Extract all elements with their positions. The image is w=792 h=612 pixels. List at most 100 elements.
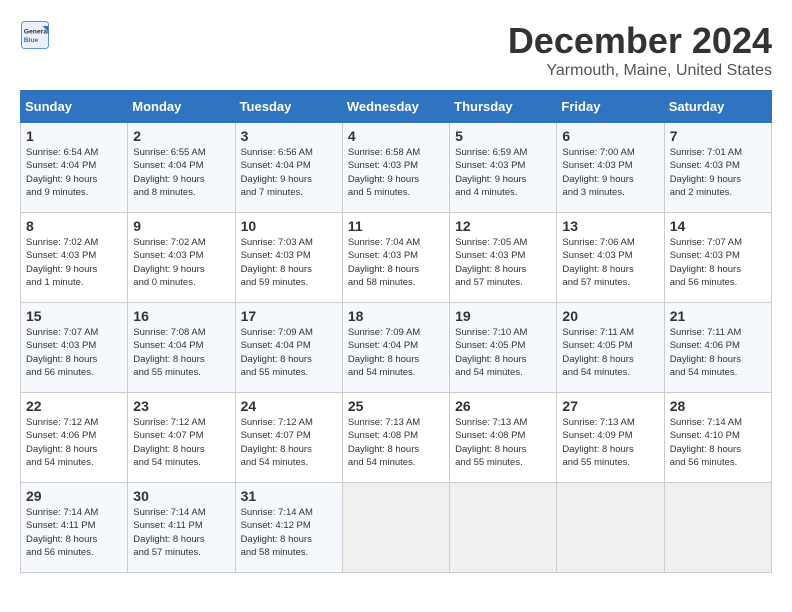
day-info: Sunrise: 7:11 AMSunset: 4:05 PMDaylight:… (562, 326, 658, 379)
calendar-subtitle: Yarmouth, Maine, United States (508, 62, 772, 80)
day-info: Sunrise: 6:56 AMSunset: 4:04 PMDaylight:… (241, 146, 337, 199)
calendar-day-cell: 21 Sunrise: 7:11 AMSunset: 4:06 PMDayligh… (664, 303, 771, 393)
calendar-day-cell: 28Sunrise: 7:14 AMSunset: 4:10 PMDayligh… (664, 393, 771, 483)
day-number: 22 (26, 398, 122, 414)
calendar-day-cell: 5Sunrise: 6:59 AMSunset: 4:03 PMDaylight… (450, 123, 557, 213)
calendar-table: SundayMondayTuesdayWednesdayThursdayFrid… (20, 90, 772, 573)
day-info: Sunrise: 7:07 AMSunset: 4:03 PMDaylight:… (670, 236, 766, 289)
day-number: 14 (670, 218, 766, 234)
calendar-day-cell: 20 Sunrise: 7:11 AMSunset: 4:05 PMDayligh… (557, 303, 664, 393)
day-info: Sunrise: 7:05 AMSunset: 4:03 PMDaylight:… (455, 236, 551, 289)
day-number: 21 (670, 308, 766, 324)
day-info: Sunrise: 7:08 AMSunset: 4:04 PMDaylight:… (133, 326, 229, 379)
day-info: Sunrise: 7:00 AMSunset: 4:03 PMDaylight:… (562, 146, 658, 199)
day-info: Sunrise: 7:14 AMSunset: 4:11 PMDaylight:… (133, 506, 229, 559)
calendar-day-cell: 18Sunrise: 7:09 AMSunset: 4:04 PMDayligh… (342, 303, 449, 393)
day-info: Sunrise: 7:06 AMSunset: 4:03 PMDaylight:… (562, 236, 658, 289)
day-info: Sunrise: 7:13 AMSunset: 4:09 PMDaylight:… (562, 416, 658, 469)
day-number: 9 (133, 218, 229, 234)
column-header-monday: Monday (128, 91, 235, 123)
day-number: 27 (562, 398, 658, 414)
day-info: Sunrise: 6:55 AMSunset: 4:04 PMDaylight:… (133, 146, 229, 199)
calendar-day-cell: 16 Sunrise: 7:08 AMSunset: 4:04 PMDayligh… (128, 303, 235, 393)
svg-text:General: General (24, 29, 49, 36)
day-number: 20 (562, 308, 658, 324)
day-number: 3 (241, 128, 337, 144)
calendar-title: December 2024 (508, 20, 772, 62)
day-number: 17 (241, 308, 337, 324)
calendar-day-cell: 19 Sunrise: 7:10 AMSunset: 4:05 PMDayligh… (450, 303, 557, 393)
day-number: 11 (348, 218, 444, 234)
calendar-day-cell: 4Sunrise: 6:58 AMSunset: 4:03 PMDaylight… (342, 123, 449, 213)
calendar-body: 1 Sunrise: 6:54 AMSunset: 4:04 PMDaylight… (21, 123, 772, 573)
day-number: 13 (562, 218, 658, 234)
day-info: Sunrise: 6:58 AMSunset: 4:03 PMDaylight:… (348, 146, 444, 199)
calendar-week-row: 15 Sunrise: 7:07 AMSunset: 4:03 PMDayligh… (21, 303, 772, 393)
calendar-day-cell: 23Sunrise: 7:12 AMSunset: 4:07 PMDayligh… (128, 393, 235, 483)
calendar-week-row: 22Sunrise: 7:12 AMSunset: 4:06 PMDayligh… (21, 393, 772, 483)
day-info: Sunrise: 7:14 AMSunset: 4:12 PMDaylight:… (241, 506, 337, 559)
day-number: 24 (241, 398, 337, 414)
calendar-day-cell: 14 Sunrise: 7:07 AMSunset: 4:03 PMDayligh… (664, 213, 771, 303)
calendar-week-row: 29 Sunrise: 7:14 AMSunset: 4:11 PMDayligh… (21, 483, 772, 573)
calendar-day-cell: 24 Sunrise: 7:12 AMSunset: 4:07 PMDayligh… (235, 393, 342, 483)
logo: General Blue (20, 20, 50, 50)
day-info: Sunrise: 6:54 AMSunset: 4:04 PMDaylight:… (26, 146, 122, 199)
calendar-week-row: 8 Sunrise: 7:02 AMSunset: 4:03 PMDaylight… (21, 213, 772, 303)
day-info: Sunrise: 7:11 AMSunset: 4:06 PMDaylight:… (670, 326, 766, 379)
calendar-day-cell (450, 483, 557, 573)
day-number: 16 (133, 308, 229, 324)
column-header-sunday: Sunday (21, 91, 128, 123)
calendar-day-cell: 6 Sunrise: 7:00 AMSunset: 4:03 PMDaylight… (557, 123, 664, 213)
day-info: Sunrise: 7:09 AMSunset: 4:04 PMDaylight:… (241, 326, 337, 379)
calendar-day-cell: 30 Sunrise: 7:14 AMSunset: 4:11 PMDayligh… (128, 483, 235, 573)
calendar-day-cell: 7 Sunrise: 7:01 AMSunset: 4:03 PMDaylight… (664, 123, 771, 213)
day-info: Sunrise: 7:01 AMSunset: 4:03 PMDaylight:… (670, 146, 766, 199)
day-info: Sunrise: 7:02 AMSunset: 4:03 PMDaylight:… (26, 236, 122, 289)
day-info: Sunrise: 7:02 AMSunset: 4:03 PMDaylight:… (133, 236, 229, 289)
day-number: 29 (26, 488, 122, 504)
calendar-day-cell: 2 Sunrise: 6:55 AMSunset: 4:04 PMDaylight… (128, 123, 235, 213)
calendar-day-cell: 11 Sunrise: 7:04 AMSunset: 4:03 PMDayligh… (342, 213, 449, 303)
calendar-day-cell: 17 Sunrise: 7:09 AMSunset: 4:04 PMDayligh… (235, 303, 342, 393)
column-header-wednesday: Wednesday (342, 91, 449, 123)
page-header: General Blue December 2024 Yarmouth, Mai… (20, 20, 772, 80)
day-info: Sunrise: 6:59 AMSunset: 4:03 PMDaylight:… (455, 146, 551, 199)
day-info: Sunrise: 7:14 AMSunset: 4:10 PMDaylight:… (670, 416, 766, 469)
calendar-day-cell: 22Sunrise: 7:12 AMSunset: 4:06 PMDayligh… (21, 393, 128, 483)
calendar-day-cell: 10 Sunrise: 7:03 AMSunset: 4:03 PMDayligh… (235, 213, 342, 303)
day-number: 2 (133, 128, 229, 144)
calendar-day-cell (342, 483, 449, 573)
column-header-friday: Friday (557, 91, 664, 123)
day-number: 1 (26, 128, 122, 144)
day-info: Sunrise: 7:04 AMSunset: 4:03 PMDaylight:… (348, 236, 444, 289)
day-info: Sunrise: 7:03 AMSunset: 4:03 PMDaylight:… (241, 236, 337, 289)
day-number: 12 (455, 218, 551, 234)
day-info: Sunrise: 7:12 AMSunset: 4:07 PMDaylight:… (133, 416, 229, 469)
calendar-day-cell: 13 Sunrise: 7:06 AMSunset: 4:03 PMDayligh… (557, 213, 664, 303)
svg-text:Blue: Blue (24, 37, 39, 44)
calendar-day-cell: 9 Sunrise: 7:02 AMSunset: 4:03 PMDaylight… (128, 213, 235, 303)
calendar-day-cell (664, 483, 771, 573)
calendar-day-cell: 27 Sunrise: 7:13 AMSunset: 4:09 PMDayligh… (557, 393, 664, 483)
calendar-day-cell: 26Sunrise: 7:13 AMSunset: 4:08 PMDayligh… (450, 393, 557, 483)
day-info: Sunrise: 7:07 AMSunset: 4:03 PMDaylight:… (26, 326, 122, 379)
day-info: Sunrise: 7:10 AMSunset: 4:05 PMDaylight:… (455, 326, 551, 379)
title-block: December 2024 Yarmouth, Maine, United St… (508, 20, 772, 80)
day-number: 31 (241, 488, 337, 504)
day-number: 15 (26, 308, 122, 324)
calendar-day-cell: 25Sunrise: 7:13 AMSunset: 4:08 PMDayligh… (342, 393, 449, 483)
calendar-day-cell: 31 Sunrise: 7:14 AMSunset: 4:12 PMDayligh… (235, 483, 342, 573)
calendar-day-cell (557, 483, 664, 573)
day-number: 25 (348, 398, 444, 414)
day-number: 30 (133, 488, 229, 504)
day-number: 7 (670, 128, 766, 144)
day-number: 6 (562, 128, 658, 144)
day-info: Sunrise: 7:12 AMSunset: 4:07 PMDaylight:… (241, 416, 337, 469)
day-number: 8 (26, 218, 122, 234)
calendar-week-row: 1 Sunrise: 6:54 AMSunset: 4:04 PMDaylight… (21, 123, 772, 213)
day-number: 26 (455, 398, 551, 414)
calendar-day-cell: 29Sunrise: 7:14 AMSunset: 4:11 PMDayligh… (21, 483, 128, 573)
day-number: 10 (241, 218, 337, 234)
day-number: 19 (455, 308, 551, 324)
